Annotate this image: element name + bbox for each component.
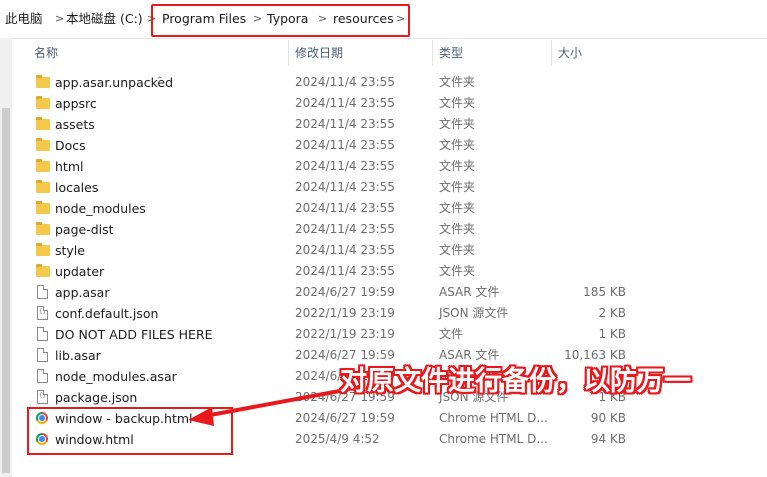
annotation-text: 对原文件进行备份，以防万一	[340, 366, 691, 397]
annotation-arrow	[188, 388, 347, 426]
